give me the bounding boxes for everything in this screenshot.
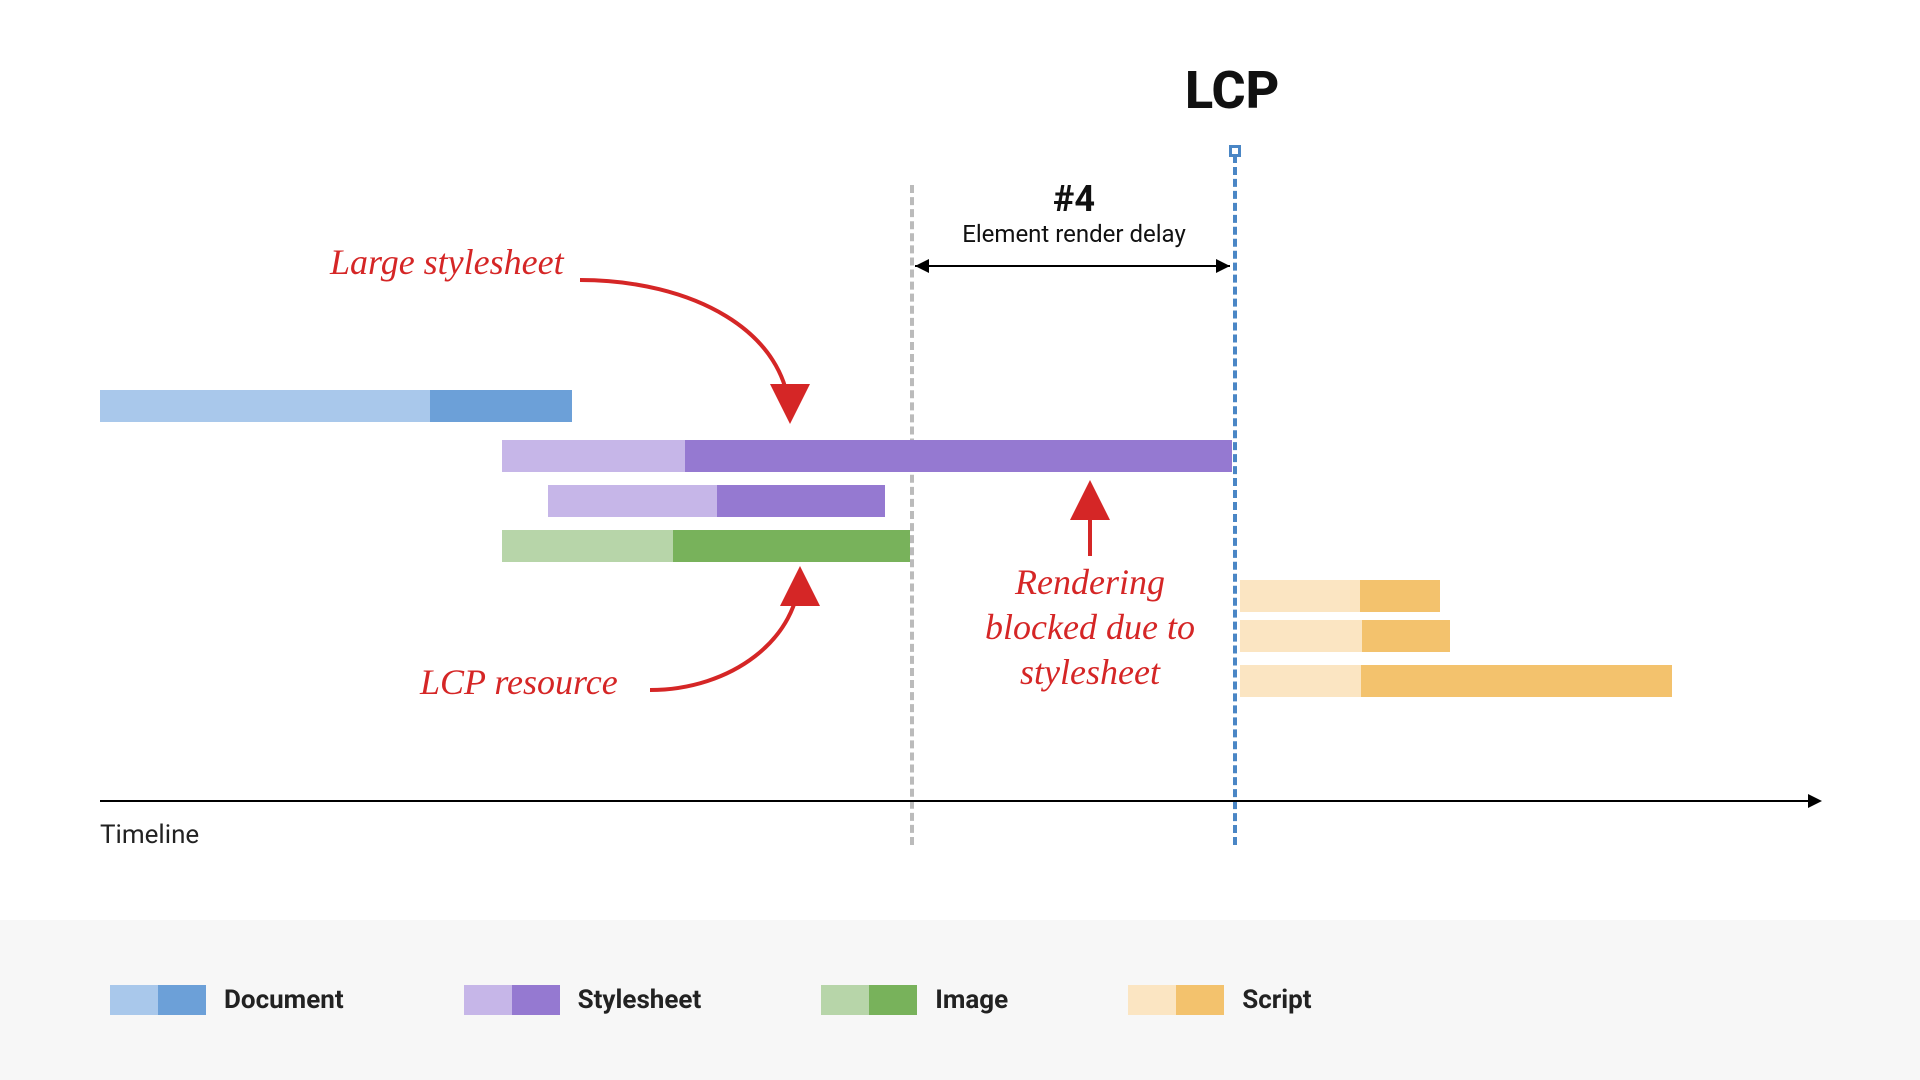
bar-image-lcp (502, 530, 910, 562)
swatch-image-icon (821, 985, 917, 1015)
legend-image: Image (821, 985, 1008, 1015)
dimension-arrow-icon (915, 265, 1230, 267)
legend-stylesheet-label: Stylesheet (578, 985, 702, 1015)
bar-stylesheet-small (548, 485, 885, 517)
timeline-label: Timeline (100, 820, 199, 850)
lcp-marker-handle-icon (1229, 145, 1241, 157)
lcp-title: LCP (1185, 60, 1279, 121)
annotation-large-stylesheet: Large stylesheet (330, 240, 564, 285)
timeline-axis (100, 800, 1820, 802)
swatch-document-icon (110, 985, 206, 1015)
arrow-lcp-resource-icon (640, 560, 840, 700)
arrow-large-stylesheet-icon (570, 270, 830, 430)
legend-image-label: Image (935, 985, 1008, 1015)
bar-stylesheet-large (502, 440, 1232, 472)
chart-area: LCP #4 Element render delay Timeline Lar… (100, 60, 1820, 830)
bar-document (100, 390, 572, 422)
annotation-render-blocked: Rendering blocked due to stylesheet (975, 560, 1205, 695)
arrow-render-blocked-icon (1075, 478, 1105, 558)
legend-document-label: Document (224, 985, 344, 1015)
legend-script: Script (1128, 985, 1311, 1015)
lcp-marker-line (1233, 155, 1237, 845)
bar-script-a (1240, 580, 1440, 612)
legend-document: Document (110, 985, 344, 1015)
region4-subtitle: Element render delay (914, 220, 1234, 248)
legend: Document Stylesheet Image Script (0, 920, 1920, 1080)
request-end-marker (910, 185, 914, 845)
legend-stylesheet: Stylesheet (464, 985, 702, 1015)
legend-script-label: Script (1242, 985, 1311, 1015)
annotation-lcp-resource: LCP resource (420, 660, 618, 705)
bar-script-b (1240, 620, 1450, 652)
bar-script-c (1240, 665, 1672, 697)
region4-title: #4 (914, 178, 1234, 220)
swatch-script-icon (1128, 985, 1224, 1015)
swatch-stylesheet-icon (464, 985, 560, 1015)
